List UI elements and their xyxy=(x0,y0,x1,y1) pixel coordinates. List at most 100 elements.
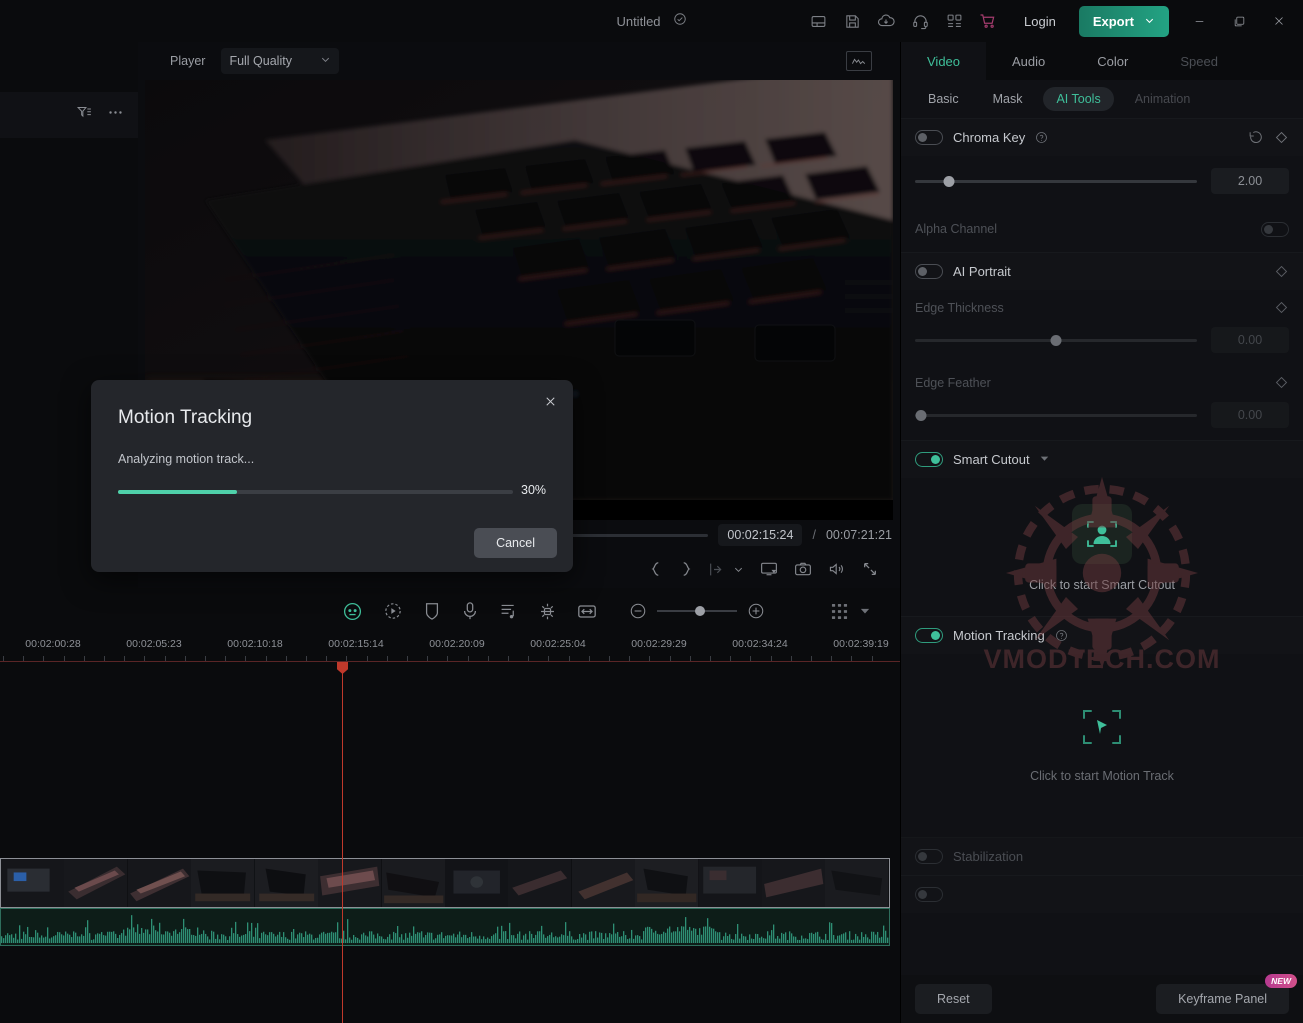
subtab-basic[interactable]: Basic xyxy=(915,87,972,111)
edge-feather-slider[interactable] xyxy=(915,409,1197,421)
subtab-animation[interactable]: Animation xyxy=(1122,87,1204,111)
edge-thickness-value[interactable]: 0.00 xyxy=(1211,327,1289,353)
audio-list-icon[interactable] xyxy=(499,602,518,621)
display-icon[interactable] xyxy=(760,561,778,577)
motion-track-target-icon xyxy=(1079,704,1125,755)
extra-toggle[interactable] xyxy=(915,887,943,902)
smart-cutout-action[interactable]: Click to start Smart Cutout xyxy=(901,478,1303,616)
clip-thumbnail xyxy=(127,859,192,907)
total-time: 00:07:21:21 xyxy=(825,528,892,542)
keyframe-diamond-icon[interactable] xyxy=(1274,130,1289,145)
motion-tracking-toggle[interactable] xyxy=(915,628,943,643)
tab-video[interactable]: Video xyxy=(901,42,987,80)
auto-reframe-icon[interactable] xyxy=(383,601,403,621)
close-icon[interactable] xyxy=(539,390,561,412)
timeline-ruler[interactable]: 00:02:00:28 00:02:05:23 00:02:10:18 00:0… xyxy=(0,634,900,662)
ai-portrait-toggle[interactable] xyxy=(915,264,943,279)
subtab-mask[interactable]: Mask xyxy=(980,87,1036,111)
clip-thumbnail xyxy=(254,859,319,907)
shopping-cart-icon[interactable] xyxy=(971,0,1005,42)
stabilization-toggle[interactable] xyxy=(915,849,943,864)
keyframe-diamond-icon[interactable] xyxy=(1274,375,1289,390)
chevron-down-icon[interactable] xyxy=(733,564,744,575)
volume-icon[interactable] xyxy=(828,561,846,577)
minus-circle-icon[interactable] xyxy=(629,602,647,620)
track-grid-icon[interactable] xyxy=(831,603,848,620)
motion-tracking-action[interactable]: Click to start Motion Track xyxy=(901,654,1303,837)
tab-color[interactable]: Color xyxy=(1071,42,1154,80)
clip-thumbnail xyxy=(571,859,636,907)
ruler-label: 00:02:05:23 xyxy=(126,638,182,650)
edge-thickness-slider[interactable] xyxy=(915,334,1197,346)
current-time[interactable]: 00:02:15:24 xyxy=(718,524,803,546)
chroma-key-value[interactable]: 2.00 xyxy=(1211,168,1289,194)
filter-icon[interactable] xyxy=(76,104,93,126)
smart-cutout-toggle[interactable] xyxy=(915,452,943,467)
more-options-icon[interactable] xyxy=(107,104,124,126)
app-root: Untitled Login Export Player Full Qualit… xyxy=(0,0,1303,1023)
fit-width-icon[interactable] xyxy=(577,603,597,620)
tab-audio[interactable]: Audio xyxy=(986,42,1071,80)
microphone-icon[interactable] xyxy=(461,601,479,621)
export-label: Export xyxy=(1092,13,1134,29)
keyframe-diamond-icon[interactable] xyxy=(1274,300,1289,315)
audio-waveform xyxy=(1,915,889,943)
cancel-button[interactable]: Cancel xyxy=(474,528,557,558)
subtab-basic-label: Basic xyxy=(928,92,959,106)
playhead[interactable] xyxy=(337,662,348,1023)
keyframe-burst-icon[interactable] xyxy=(538,602,557,621)
plus-circle-icon[interactable] xyxy=(747,602,765,620)
clip-thumbnail xyxy=(508,859,572,907)
timeline-tracks[interactable] xyxy=(0,662,900,1023)
chevron-down-icon[interactable] xyxy=(860,606,870,616)
fullscreen-icon[interactable] xyxy=(862,561,878,577)
properties-panel: Video Audio Color Speed Basic Mask AI To… xyxy=(900,42,1303,1023)
tab-speed[interactable]: Speed xyxy=(1154,42,1244,80)
clip-thumbnail xyxy=(698,859,763,907)
login-button[interactable]: Login xyxy=(1011,8,1069,35)
keyframe-panel-button[interactable]: Keyframe Panel xyxy=(1156,984,1289,1014)
window-minimize-button[interactable] xyxy=(1179,0,1219,42)
quality-select[interactable]: Full Quality xyxy=(221,48,340,74)
help-circle-icon[interactable] xyxy=(1055,629,1068,642)
timeline-zoom-control xyxy=(629,602,765,620)
help-circle-icon[interactable] xyxy=(1035,131,1048,144)
shield-icon[interactable] xyxy=(423,601,441,621)
split-icon[interactable] xyxy=(708,562,725,577)
mark-in-icon[interactable] xyxy=(650,561,663,577)
video-clip[interactable] xyxy=(0,858,890,908)
chroma-key-toggle[interactable] xyxy=(915,130,943,145)
ruler-label: 00:02:25:04 xyxy=(530,638,586,650)
headset-icon[interactable] xyxy=(903,0,937,42)
tab-audio-label: Audio xyxy=(1012,53,1046,69)
keyframe-panel-wrapper: Keyframe Panel NEW xyxy=(1156,974,1297,1014)
chroma-key-slider[interactable] xyxy=(915,175,1197,187)
window-close-button[interactable] xyxy=(1259,0,1299,42)
edge-thickness-slider-row: 0.00 xyxy=(901,315,1303,365)
clip-thumbnail xyxy=(381,859,445,907)
export-button[interactable]: Export xyxy=(1078,5,1169,37)
save-icon[interactable] xyxy=(835,0,869,42)
playhead-handle[interactable] xyxy=(337,662,348,674)
scope-waveform-icon[interactable] xyxy=(846,51,872,71)
layout-icon[interactable] xyxy=(801,0,835,42)
window-maximize-button[interactable] xyxy=(1219,0,1259,42)
mark-out-icon[interactable] xyxy=(679,561,692,577)
ai-face-icon[interactable] xyxy=(342,601,363,622)
audio-clip[interactable] xyxy=(0,908,890,946)
keyframe-diamond-icon[interactable] xyxy=(1274,264,1289,279)
reset-arrow-icon[interactable] xyxy=(1248,130,1264,146)
apps-grid-icon[interactable] xyxy=(937,0,971,42)
timeline-zoom-slider[interactable] xyxy=(657,606,737,616)
edge-feather-value[interactable]: 0.00 xyxy=(1211,402,1289,428)
alpha-channel-toggle[interactable] xyxy=(1261,221,1289,237)
dialog-title: Motion Tracking xyxy=(118,407,253,428)
left-panel-toolbar xyxy=(0,92,138,138)
reset-button[interactable]: Reset xyxy=(915,984,992,1014)
chevron-down-icon[interactable] xyxy=(1040,454,1049,465)
cloud-download-icon[interactable] xyxy=(869,0,903,42)
snapshot-camera-icon[interactable] xyxy=(794,561,812,577)
edge-feather-slider-row: 0.00 xyxy=(901,390,1303,440)
subtab-ai-tools[interactable]: AI Tools xyxy=(1043,87,1114,111)
section-chroma-key: Chroma Key xyxy=(901,118,1303,156)
